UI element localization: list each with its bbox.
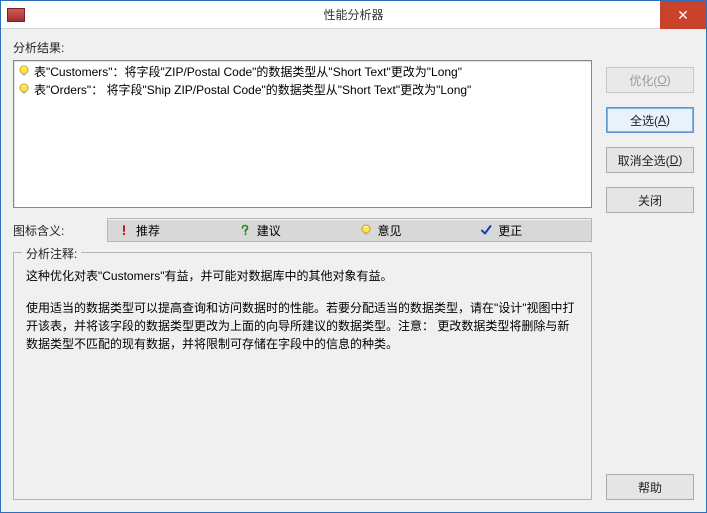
notes-paragraph-1: 这种优化对表"Customers"有益，并可能对数据库中的其他对象有益。 <box>26 267 579 285</box>
titlebar: 性能分析器 ✕ <box>1 1 706 29</box>
close-button[interactable]: 关闭 <box>606 187 694 213</box>
bulb-icon <box>18 65 30 77</box>
dialog-window: 性能分析器 ✕ 分析结果: 表"Customers"：将字段"ZIP/Posta… <box>0 0 707 513</box>
help-button[interactable]: 帮助 <box>606 474 694 500</box>
legend-item-label: 推荐 <box>136 222 160 239</box>
left-column: 分析结果: 表"Customers"：将字段"ZIP/Postal Code"的… <box>13 39 592 500</box>
legend-item-label: 更正 <box>498 222 522 239</box>
results-label: 分析结果: <box>13 39 592 56</box>
analysis-notes-fieldset: 分析注释: 这种优化对表"Customers"有益，并可能对数据库中的其他对象有… <box>13 252 592 500</box>
dialog-body: 分析结果: 表"Customers"：将字段"ZIP/Postal Code"的… <box>1 29 706 512</box>
accelerator: D <box>670 153 679 167</box>
notes-legend: 分析注释: <box>22 245 81 262</box>
results-listbox[interactable]: 表"Customers"：将字段"ZIP/Postal Code"的数据类型从"… <box>13 60 592 208</box>
optimize-button[interactable]: 优化(O) <box>606 67 694 93</box>
bulb-icon <box>360 224 372 236</box>
legend-bar: 推荐 建议 意见 更正 <box>107 218 592 242</box>
select-all-button[interactable]: 全选(A) <box>606 107 694 133</box>
accelerator: O <box>657 73 666 87</box>
close-icon: ✕ <box>677 7 689 24</box>
window-close-button[interactable]: ✕ <box>660 1 706 29</box>
right-column: 优化(O) 全选(A) 取消全选(D) 关闭 帮助 <box>606 39 694 500</box>
legend-label: 图标含义: <box>13 222 107 239</box>
result-text: 表"Orders"： 将字段"Ship ZIP/Postal Code"的数据类… <box>34 82 471 98</box>
legend-item-label: 建议 <box>257 222 281 239</box>
window-title: 性能分析器 <box>1 6 706 23</box>
check-icon <box>480 224 492 236</box>
legend-item: 推荐 <box>108 222 229 239</box>
exclaim-icon <box>118 224 130 236</box>
accelerator: A <box>658 113 666 127</box>
legend-row: 图标含义: 推荐 建议 意见 更正 <box>13 218 592 242</box>
legend-item-label: 意见 <box>378 222 402 239</box>
legend-item: 更正 <box>470 222 591 239</box>
legend-item: 建议 <box>229 222 350 239</box>
result-item[interactable]: 表"Orders"： 将字段"Ship ZIP/Postal Code"的数据类… <box>18 81 587 99</box>
legend-item: 意见 <box>350 222 471 239</box>
spacer <box>606 227 694 460</box>
bulb-icon <box>18 83 30 95</box>
question-icon <box>239 224 251 236</box>
result-item[interactable]: 表"Customers"：将字段"ZIP/Postal Code"的数据类型从"… <box>18 63 587 81</box>
notes-paragraph-2: 使用适当的数据类型可以提高查询和访问数据时的性能。若要分配适当的数据类型，请在"… <box>26 299 579 353</box>
deselect-all-button[interactable]: 取消全选(D) <box>606 147 694 173</box>
result-text: 表"Customers"：将字段"ZIP/Postal Code"的数据类型从"… <box>34 64 462 80</box>
